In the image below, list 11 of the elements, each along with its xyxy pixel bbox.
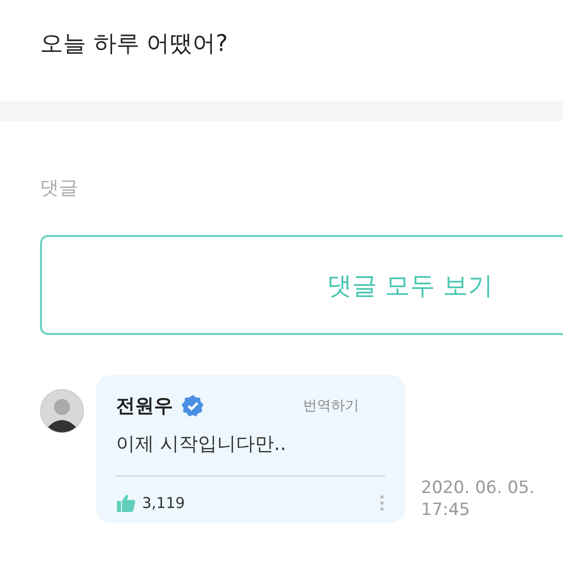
- avatar-icon[interactable]: [40, 389, 84, 433]
- more-icon[interactable]: [379, 494, 385, 512]
- view-all-comments-button[interactable]: 댓글 모두 보기: [40, 235, 563, 335]
- comments-heading: 댓글: [40, 176, 79, 201]
- like-count: 3,119: [142, 494, 185, 512]
- comment-timestamp: 2020. 06. 05. 17:45: [421, 477, 535, 521]
- like-icon[interactable]: [116, 493, 136, 513]
- translate-link[interactable]: 번역하기: [303, 397, 359, 415]
- post-text: 오늘 하루 어땠어?: [39, 30, 229, 59]
- author-name[interactable]: 전원우: [116, 393, 173, 419]
- comment-text: 이제 시작입니다만..: [116, 431, 385, 477]
